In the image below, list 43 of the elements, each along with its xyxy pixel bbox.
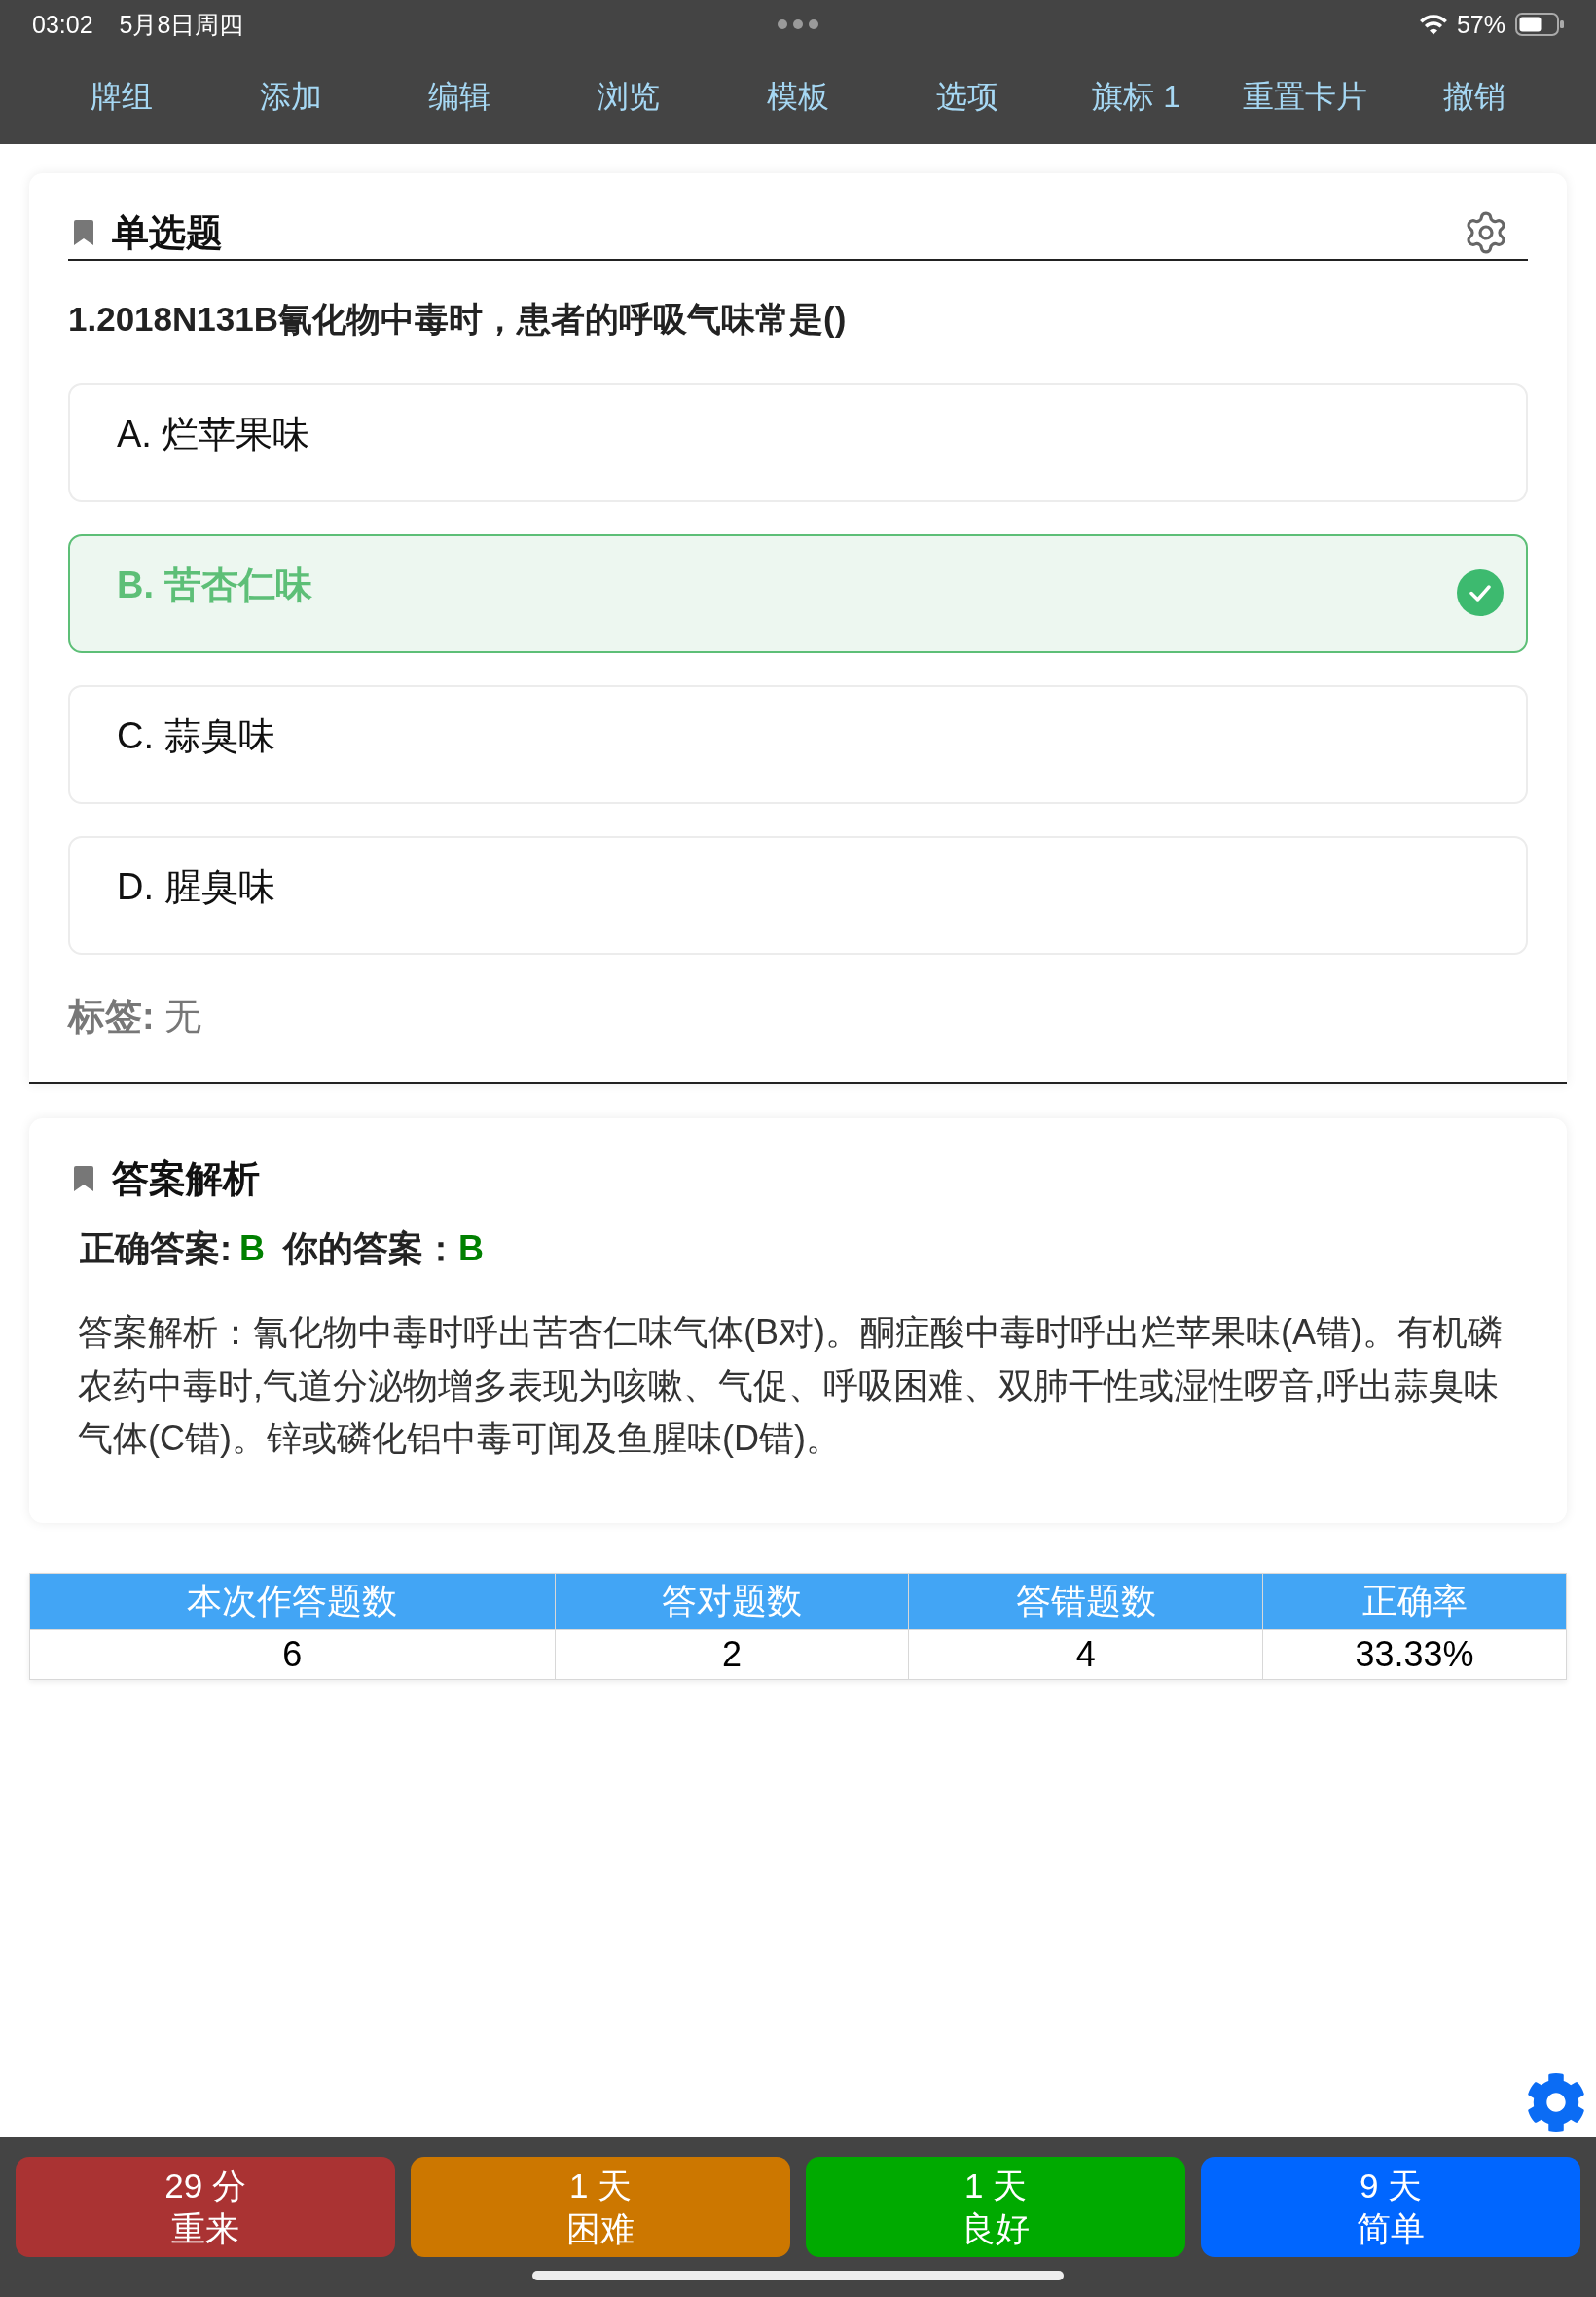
toolbar-button[interactable]: 编辑: [428, 75, 491, 118]
table-cell: 6: [29, 1629, 556, 1679]
column-header: 答对题数: [555, 1573, 909, 1629]
wifi-icon: [1418, 14, 1448, 35]
table-cell: 4: [908, 1629, 1263, 1679]
correct-answer-label: 正确答案:: [80, 1227, 232, 1270]
question-type-heading: 单选题: [112, 211, 223, 254]
settings-icon[interactable]: [1526, 2072, 1586, 2133]
your-answer-label: 你的答案：: [283, 1227, 458, 1270]
explanation-text: 答案解析：氰化物中毒时呼出苦杏仁味气体(B对)。酮症酸中毒时呼出烂苹果味(A错)。有机磷农药中毒时,气道分泌物增多表现为咳嗽、气促、呼吸困难、双肺干性或湿性啰音,呼出蒜臭味气体(C错)。锌或磷化铝中毒可闻及鱼腥味(D错)。: [77, 1311, 1504, 1460]
toolbar-button[interactable]: 浏览: [598, 75, 661, 118]
toolbar-button[interactable]: 添加: [259, 75, 322, 118]
answer-option[interactable]: C. 蒜臭味: [68, 685, 1528, 804]
bookmark-icon: [74, 220, 93, 245]
toolbar-button[interactable]: 模板: [767, 75, 829, 118]
tags-label: 标签:: [68, 995, 155, 1038]
battery-icon: [1515, 13, 1564, 36]
your-answer-value: B: [458, 1227, 484, 1270]
column-header: 答错题数: [908, 1573, 1263, 1629]
bookmark-icon: [74, 1166, 93, 1191]
check-icon: [1457, 569, 1504, 616]
question-text: 1.2018N131B氰化物中毒时，患者的呼吸气味常是(): [68, 300, 848, 339]
toolbar-button[interactable]: 重置卡片: [1243, 75, 1368, 118]
battery-percent: 57%: [1456, 10, 1505, 39]
column-header: 正确率: [1262, 1573, 1567, 1629]
column-header: 本次作答题数: [29, 1573, 556, 1629]
toolbar-button[interactable]: 撤销: [1443, 75, 1506, 118]
toolbar-button[interactable]: 选项: [935, 75, 998, 118]
answer-option[interactable]: D. 腥臭味: [68, 836, 1528, 955]
ellipsis-icon[interactable]: [778, 19, 818, 29]
rating-button[interactable]: 9 天 简单: [1201, 2157, 1580, 2257]
correct-answer-value: B: [239, 1227, 265, 1270]
toolbar-button[interactable]: 旗标 1: [1092, 75, 1180, 118]
rating-button[interactable]: 1 天 困难: [411, 2157, 790, 2257]
answer-option[interactable]: A. 烂苹果味: [68, 383, 1528, 502]
status-date: 5月8日周四: [119, 10, 244, 39]
table-cell: 33.33%: [1262, 1629, 1567, 1679]
rating-button[interactable]: 29 分 重来: [16, 2157, 395, 2257]
analysis-heading: 答案解析: [112, 1157, 260, 1200]
table-cell: 2: [555, 1629, 909, 1679]
status-time: 03:02: [32, 10, 93, 39]
tags-value: 无: [163, 995, 201, 1038]
toolbar-button[interactable]: 牌组: [90, 75, 153, 118]
